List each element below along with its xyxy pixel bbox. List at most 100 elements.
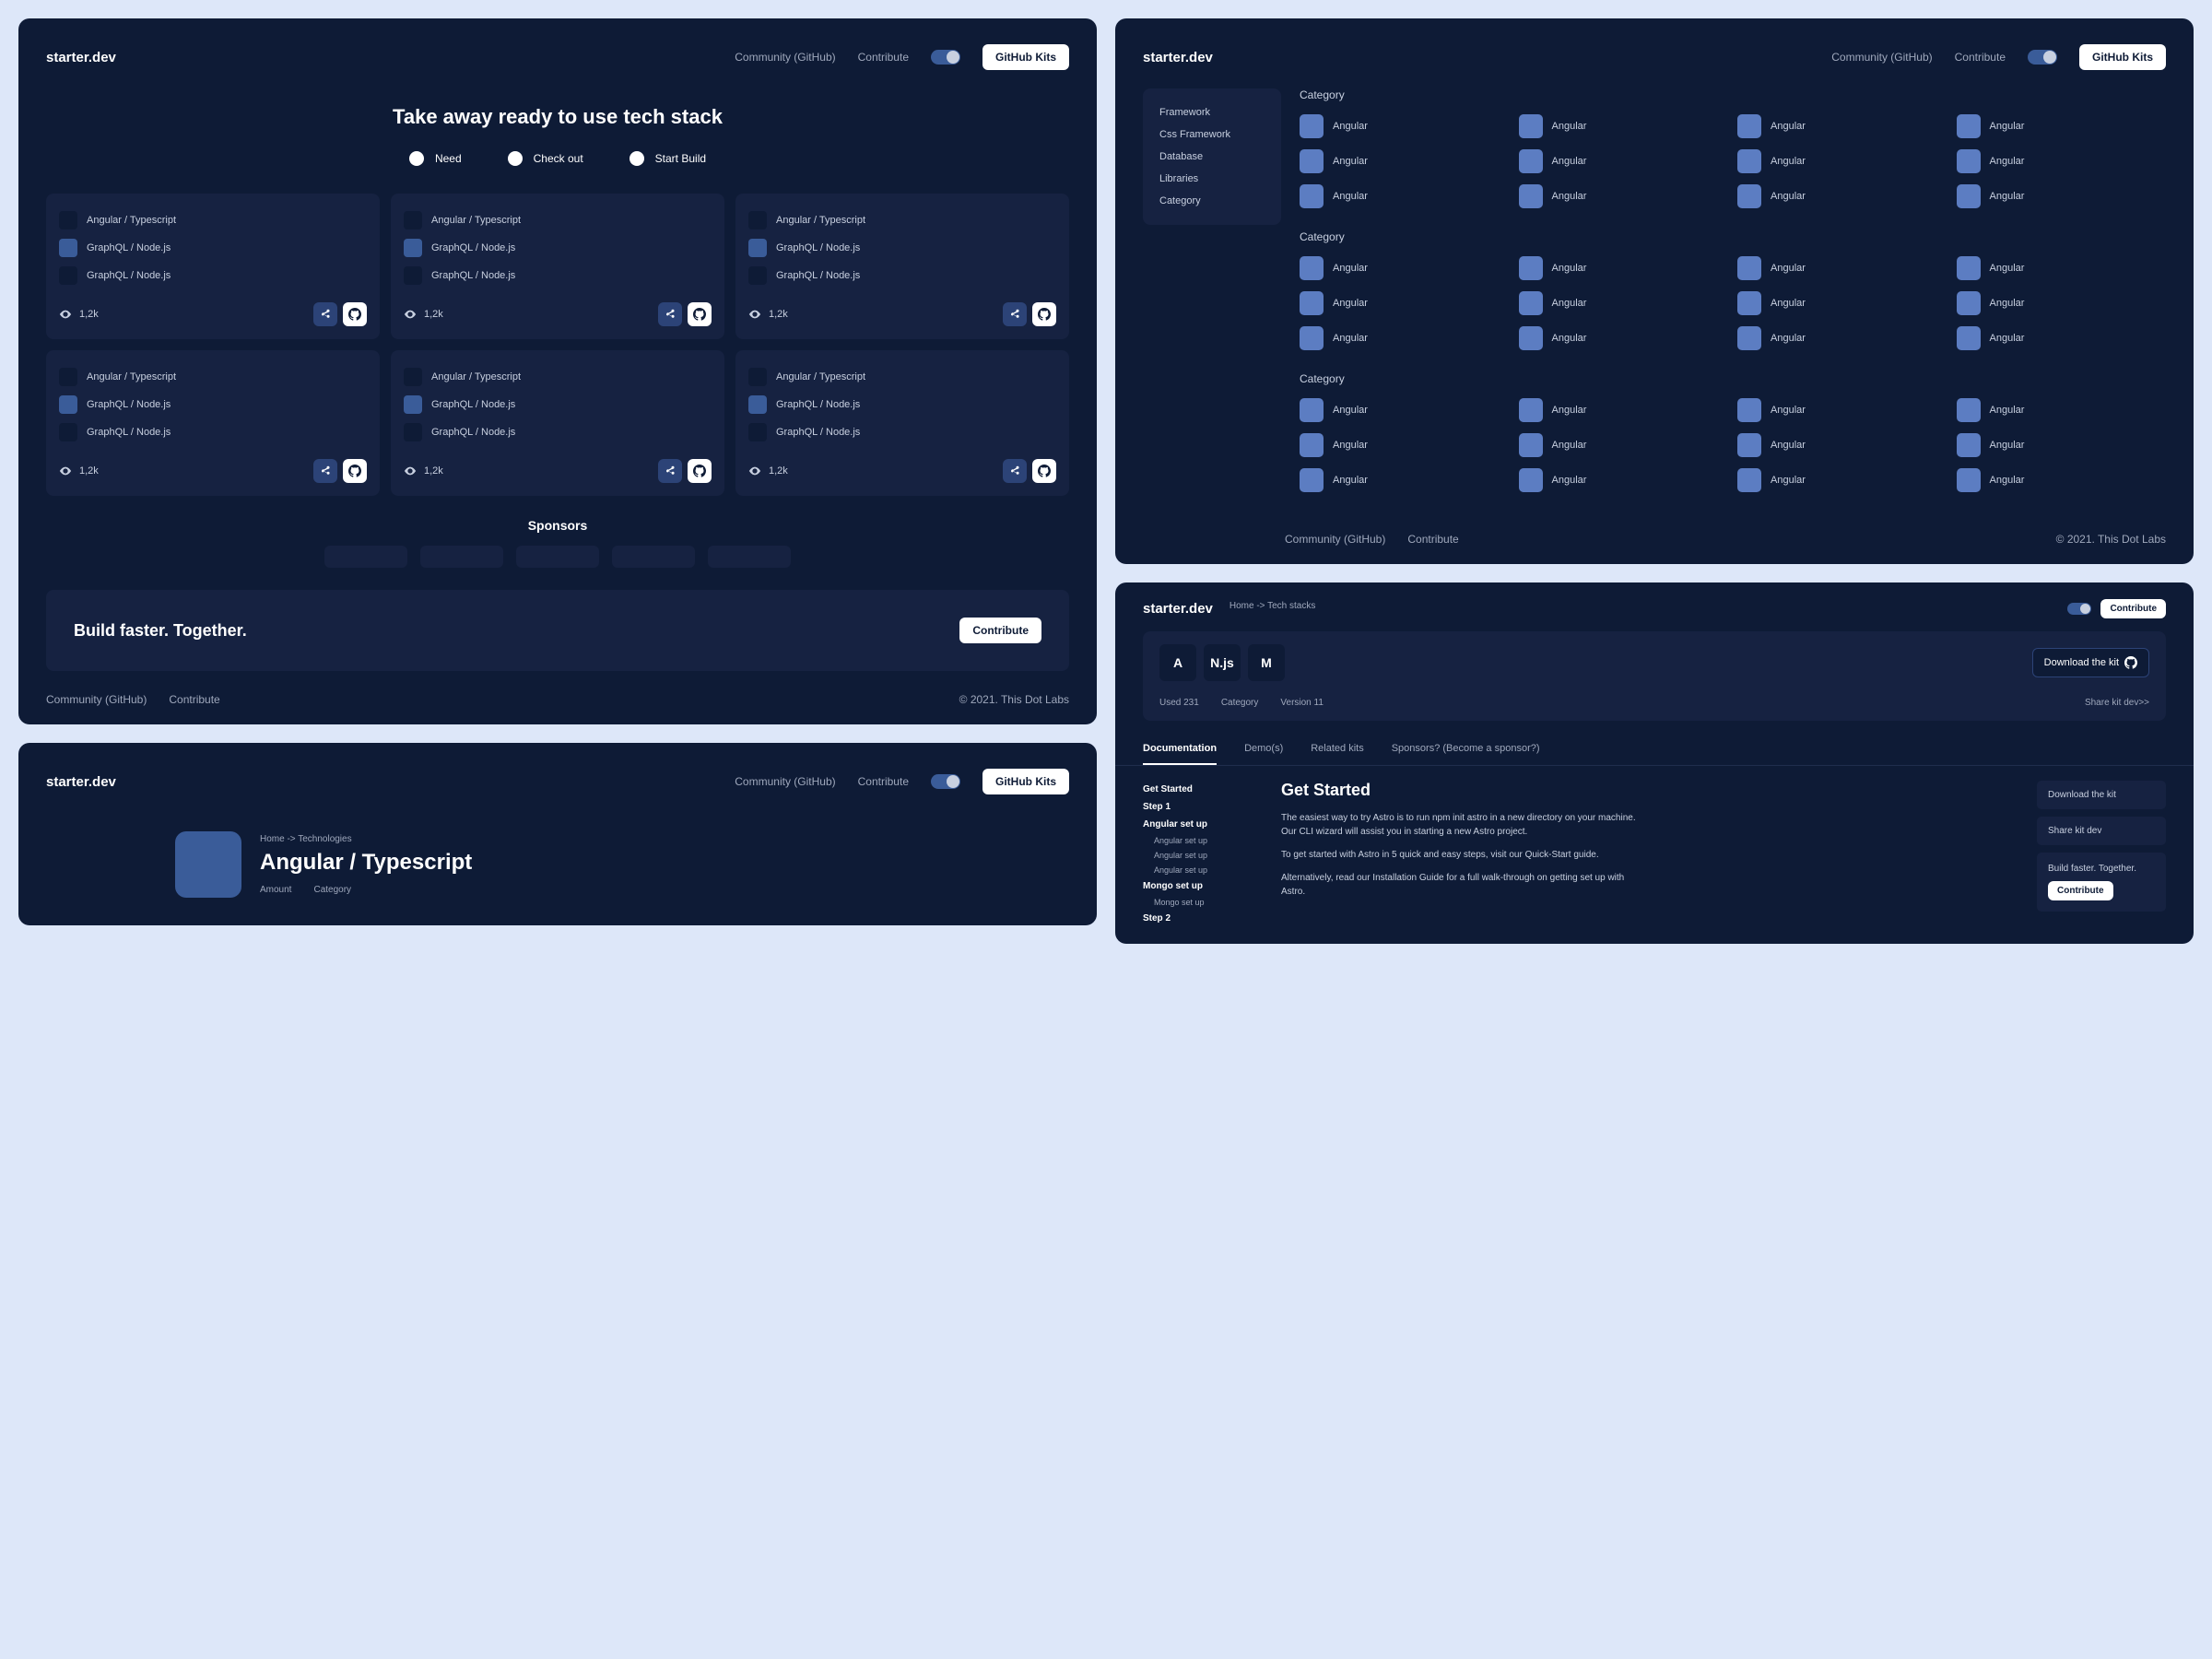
footer-community[interactable]: Community (GitHub): [46, 693, 147, 706]
contribute-button[interactable]: Contribute: [2100, 599, 2166, 618]
nav-contribute[interactable]: Contribute: [1955, 51, 2006, 64]
footer-contribute[interactable]: Contribute: [1407, 533, 1458, 546]
share-kit-button[interactable]: Share kit dev: [2037, 817, 2166, 845]
category-item[interactable]: Angular: [1737, 468, 1947, 492]
theme-toggle[interactable]: [931, 774, 960, 789]
docs-nav-sub[interactable]: Angular set up: [1143, 848, 1263, 863]
footer-community[interactable]: Community (GitHub): [1285, 533, 1385, 546]
category-item[interactable]: Angular: [1300, 114, 1510, 138]
category-item[interactable]: Angular: [1737, 291, 1947, 315]
category-item[interactable]: Angular: [1519, 256, 1729, 280]
github-button[interactable]: [688, 302, 712, 326]
kit-card[interactable]: Angular / TypescriptGraphQL / Node.jsGra…: [46, 194, 380, 339]
docs-nav-step2[interactable]: Step 2: [1143, 910, 1263, 927]
sidebar-item[interactable]: Database: [1159, 146, 1265, 168]
contribute-button[interactable]: Contribute: [959, 618, 1041, 643]
category-item[interactable]: Angular: [1957, 114, 2167, 138]
category-item[interactable]: Angular: [1737, 398, 1947, 422]
category-item[interactable]: Angular: [1519, 184, 1729, 208]
category-item[interactable]: Angular: [1300, 433, 1510, 457]
category-item[interactable]: Angular: [1519, 114, 1729, 138]
nav-community[interactable]: Community (GitHub): [1831, 51, 1932, 64]
share-button[interactable]: [658, 302, 682, 326]
theme-toggle[interactable]: [931, 50, 960, 65]
tab-demos[interactable]: Demo(s): [1244, 734, 1283, 765]
share-kit-link[interactable]: Share kit dev>>: [2085, 698, 2149, 708]
kit-card[interactable]: Angular / TypescriptGraphQL / Node.jsGra…: [391, 350, 724, 496]
logo[interactable]: starter.dev: [46, 774, 116, 790]
category-item[interactable]: Angular: [1300, 149, 1510, 173]
kit-card[interactable]: Angular / TypescriptGraphQL / Node.jsGra…: [391, 194, 724, 339]
category-item[interactable]: Angular: [1737, 114, 1947, 138]
sidebar-item[interactable]: Libraries: [1159, 168, 1265, 190]
sponsor-logo[interactable]: [516, 546, 599, 568]
category-item[interactable]: Angular: [1957, 149, 2167, 173]
download-kit-button[interactable]: Download the kit: [2037, 781, 2166, 809]
category-item[interactable]: Angular: [1737, 184, 1947, 208]
category-item[interactable]: Angular: [1300, 468, 1510, 492]
theme-toggle[interactable]: [2028, 50, 2057, 65]
category-item[interactable]: Angular: [1957, 184, 2167, 208]
theme-toggle[interactable]: [2067, 603, 2091, 615]
logo[interactable]: starter.dev: [1143, 50, 1213, 65]
category-item[interactable]: Angular: [1737, 326, 1947, 350]
category-item[interactable]: Angular: [1957, 398, 2167, 422]
github-button[interactable]: [1032, 459, 1056, 483]
logo[interactable]: starter.dev: [46, 50, 116, 65]
tab-related[interactable]: Related kits: [1311, 734, 1363, 765]
sponsor-logo[interactable]: [420, 546, 503, 568]
github-button[interactable]: [343, 459, 367, 483]
sponsor-logo[interactable]: [708, 546, 791, 568]
category-item[interactable]: Angular: [1519, 326, 1729, 350]
docs-nav-step1[interactable]: Step 1: [1143, 798, 1263, 816]
category-item[interactable]: Angular: [1300, 256, 1510, 280]
nav-contribute[interactable]: Contribute: [858, 51, 909, 64]
category-item[interactable]: Angular: [1519, 468, 1729, 492]
kit-card[interactable]: Angular / TypescriptGraphQL / Node.jsGra…: [46, 350, 380, 496]
docs-nav-getstarted[interactable]: Get Started: [1143, 781, 1263, 798]
docs-nav-mongo[interactable]: Mongo set up: [1143, 877, 1263, 895]
github-kits-button[interactable]: GitHub Kits: [2079, 44, 2166, 70]
category-item[interactable]: Angular: [1737, 256, 1947, 280]
category-item[interactable]: Angular: [1300, 398, 1510, 422]
category-item[interactable]: Angular: [1519, 149, 1729, 173]
tab-sponsors[interactable]: Sponsors? (Become a sponsor?): [1392, 734, 1540, 765]
share-button[interactable]: [1003, 302, 1027, 326]
category-item[interactable]: Angular: [1737, 433, 1947, 457]
category-item[interactable]: Angular: [1957, 433, 2167, 457]
docs-nav-sub[interactable]: Mongo set up: [1143, 895, 1263, 910]
share-button[interactable]: [1003, 459, 1027, 483]
nav-contribute[interactable]: Contribute: [858, 775, 909, 788]
github-button[interactable]: [1032, 302, 1056, 326]
download-kit-button[interactable]: Download the kit: [2032, 648, 2149, 677]
tab-documentation[interactable]: Documentation: [1143, 734, 1217, 765]
share-button[interactable]: [658, 459, 682, 483]
category-item[interactable]: Angular: [1957, 291, 2167, 315]
category-item[interactable]: Angular: [1519, 433, 1729, 457]
docs-nav-sub[interactable]: Angular set up: [1143, 863, 1263, 877]
github-button[interactable]: [343, 302, 367, 326]
nav-community[interactable]: Community (GitHub): [735, 775, 835, 788]
category-item[interactable]: Angular: [1300, 291, 1510, 315]
github-kits-button[interactable]: GitHub Kits: [982, 769, 1069, 794]
sponsor-logo[interactable]: [612, 546, 695, 568]
category-item[interactable]: Angular: [1957, 326, 2167, 350]
github-button[interactable]: [688, 459, 712, 483]
sidebar-item[interactable]: Category: [1159, 190, 1265, 212]
category-item[interactable]: Angular: [1300, 326, 1510, 350]
sidebar-item[interactable]: Css Framework: [1159, 124, 1265, 146]
category-item[interactable]: Angular: [1519, 398, 1729, 422]
docs-nav-sub[interactable]: Angular set up: [1143, 833, 1263, 848]
breadcrumb[interactable]: Home -> Technologies: [260, 834, 472, 844]
kit-card[interactable]: Angular / TypescriptGraphQL / Node.jsGra…: [735, 350, 1069, 496]
docs-nav-angular[interactable]: Angular set up: [1143, 816, 1263, 833]
sponsor-logo[interactable]: [324, 546, 407, 568]
footer-contribute[interactable]: Contribute: [169, 693, 219, 706]
category-item[interactable]: Angular: [1957, 256, 2167, 280]
category-item[interactable]: Angular: [1957, 468, 2167, 492]
sidebar-item[interactable]: Framework: [1159, 101, 1265, 124]
nav-community[interactable]: Community (GitHub): [735, 51, 835, 64]
contribute-button[interactable]: Contribute: [2048, 881, 2113, 900]
category-item[interactable]: Angular: [1737, 149, 1947, 173]
github-kits-button[interactable]: GitHub Kits: [982, 44, 1069, 70]
